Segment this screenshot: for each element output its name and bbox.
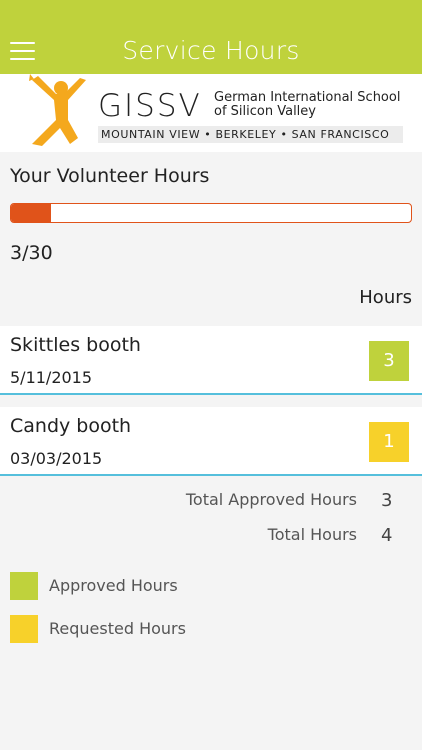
app-header: Service Hours bbox=[0, 0, 422, 74]
logo-acronym: GISSV bbox=[98, 88, 202, 124]
list-item-skittles-booth[interactable]: Skittles booth 5/11/2015 3 bbox=[0, 326, 422, 395]
page-title: Service Hours bbox=[122, 36, 300, 65]
logo-locations: MOUNTAIN VIEW • BERKELEY • SAN FRANCISCO bbox=[98, 126, 403, 143]
total-approved-hours-row: Total Approved Hours 3 bbox=[185, 490, 393, 511]
volunteer-progress-fill bbox=[11, 204, 51, 222]
hours-column-header: Hours bbox=[359, 287, 412, 308]
logo-school-name-line2: of Silicon Valley bbox=[214, 104, 316, 119]
list-item-candy-booth[interactable]: Candy booth 03/03/2015 1 bbox=[0, 407, 422, 476]
volunteer-progress-text: 3/30 bbox=[10, 242, 53, 264]
entry-name: Skittles booth bbox=[10, 334, 141, 356]
approved-hours-badge: 3 bbox=[369, 341, 409, 381]
total-hours-row: Total Hours 4 bbox=[267, 525, 393, 546]
requested-color-swatch bbox=[10, 615, 38, 643]
total-approved-hours-label: Total Approved Hours bbox=[185, 490, 357, 509]
entry-date: 03/03/2015 bbox=[10, 449, 103, 468]
total-hours-value: 4 bbox=[381, 525, 393, 546]
logo-school-name-line1: German International School bbox=[214, 90, 401, 105]
total-approved-hours-value: 3 bbox=[381, 490, 393, 511]
total-hours-label: Total Hours bbox=[267, 525, 357, 544]
approved-color-swatch bbox=[10, 572, 38, 600]
requested-hours-badge: 1 bbox=[369, 422, 409, 462]
legend-approved-label: Approved Hours bbox=[49, 576, 178, 595]
volunteer-progress-bar bbox=[10, 203, 412, 223]
entry-date: 5/11/2015 bbox=[10, 368, 93, 387]
volunteer-hours-title: Your Volunteer Hours bbox=[10, 165, 210, 187]
school-logo-banner: GISSV German International School of Sil… bbox=[0, 74, 422, 152]
jumping-figure-logo-icon bbox=[29, 74, 86, 146]
logo-school-name: German International School of Silicon V… bbox=[214, 91, 400, 119]
legend-requested-label: Requested Hours bbox=[49, 619, 186, 638]
entry-name: Candy booth bbox=[10, 415, 132, 437]
